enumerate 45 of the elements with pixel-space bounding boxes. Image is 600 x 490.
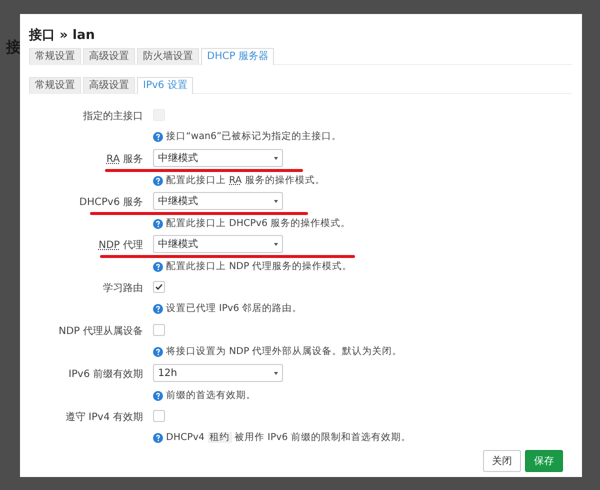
help-text: 配置此接口上 NDP 代理服务的操作模式。 xyxy=(166,260,352,273)
help-icon xyxy=(153,390,163,400)
help-icon xyxy=(153,432,163,442)
tab[interactable]: 高级设置 xyxy=(83,77,135,93)
select-field[interactable]: 12h xyxy=(153,364,283,382)
field-label: NDP 代理 xyxy=(98,239,143,253)
help-icon xyxy=(153,218,163,228)
caret-icon xyxy=(274,156,278,160)
checkbox[interactable] xyxy=(153,281,165,293)
help-text: 配置此接口上 RA 服务的操作模式。 xyxy=(166,174,325,187)
caret-icon xyxy=(274,372,278,374)
tab[interactable]: DHCP 服务器 xyxy=(201,48,274,65)
help-icon xyxy=(153,132,163,142)
checkbox[interactable] xyxy=(153,324,165,336)
field-label: RA 服务 xyxy=(105,153,143,167)
field-label: NDP 代理从属设备 xyxy=(58,324,143,339)
caret-icon xyxy=(274,242,278,246)
select-field[interactable]: 中继模式 xyxy=(153,149,283,167)
tab[interactable]: 高级设置 xyxy=(83,48,135,64)
dialog-title: 接口 » lan xyxy=(29,28,96,44)
help-text: 配置此接口上 DHCPv6 服务的操作模式。 xyxy=(166,217,351,230)
help-text: DHCPv4 租约 被用作 IPv6 前缀的限制和首选有效期。 xyxy=(166,431,411,444)
help-text: 接口“wan6”已被标记为指定的主接口。 xyxy=(166,130,342,143)
caret-icon xyxy=(274,200,278,202)
help-icon xyxy=(153,176,163,186)
select-field[interactable]: 中继模式 xyxy=(153,235,283,253)
field-label: IPv6 前缀有效期 xyxy=(68,368,143,382)
help-text: 将接口设置为 NDP 代理外部从属设备。默认为关闭。 xyxy=(166,345,402,358)
help-text: 设置已代理 IPv6 邻居的路由。 xyxy=(166,302,302,315)
save-button[interactable]: 保存 xyxy=(525,450,563,472)
field-label: DHCPv6 服务 xyxy=(78,196,143,210)
checkbox[interactable] xyxy=(153,410,165,422)
help-text: 前缀的首选有效期。 xyxy=(166,389,256,402)
tab[interactable]: 常规设置 xyxy=(29,48,81,64)
help-icon xyxy=(153,304,163,314)
field-label: 指定的主接口 xyxy=(82,110,143,124)
field-label: 遵守 IPv4 有效期 xyxy=(64,410,143,425)
select-field[interactable]: 中继模式 xyxy=(153,192,283,210)
close-button[interactable]: 关闭 xyxy=(483,450,521,472)
tab[interactable]: 防火墙设置 xyxy=(137,48,199,64)
help-icon xyxy=(153,262,163,272)
field-label: 学习路由 xyxy=(102,282,143,296)
help-icon xyxy=(153,346,163,356)
tab[interactable]: 常规设置 xyxy=(29,77,81,93)
tab[interactable]: IPv6 设置 xyxy=(137,77,194,94)
